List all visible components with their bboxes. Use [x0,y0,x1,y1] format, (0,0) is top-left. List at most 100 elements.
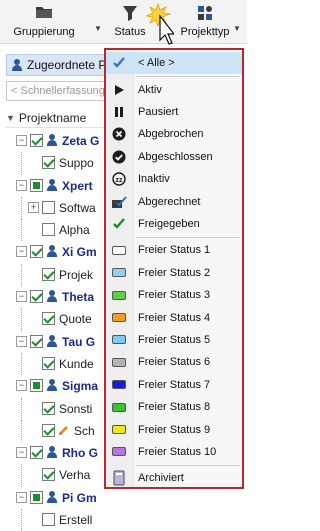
status-menu-item-archiviert[interactable]: Archiviert [106,467,242,489]
tree-row-checkbox[interactable] [30,178,43,192]
collapse-icon[interactable]: − [16,447,27,459]
tree-row-checkbox[interactable] [42,401,55,415]
tree-row[interactable]: Suppo [0,152,120,175]
status-menu-item-pausiert[interactable]: Pausiert [106,101,242,123]
tree-row[interactable]: Quote [0,308,120,331]
approved-check-icon [106,213,132,235]
status-menu-item-freier-status-7[interactable]: Freier Status 7 [106,374,242,396]
status-menu-item-label: Freigegeben [138,217,200,230]
sort-down-icon: ▼ [6,112,15,123]
done-circle-icon [106,146,132,168]
status-menu-item-freier-status-3[interactable]: Freier Status 3 [106,284,242,306]
menu-separator [136,236,240,238]
swatch-icon [106,441,132,463]
status-menu-item-label: Pausiert [138,105,179,118]
status-menu-item-freier-status-5[interactable]: Freier Status 5 [106,329,242,351]
grouping-button[interactable]: Gruppierung ▼ [4,4,102,42]
status-menu-item-label: Freier Status 4 [138,311,211,324]
status-menu-item-abgebrochen[interactable]: Abgebrochen [106,123,242,145]
tree-row[interactable]: + Softwa [0,196,120,220]
tree-row[interactable]: − Zeta G [0,130,120,152]
tree-row[interactable]: Alpha [0,219,120,242]
menu-separator [136,75,240,77]
tree-row[interactable]: Erstell [0,509,120,531]
tree-row[interactable]: Sonsti [0,397,120,420]
tree-row-checkbox[interactable] [42,356,55,370]
tree-row-label: Xi Gm [62,245,97,260]
tree-row[interactable]: − Rho G [0,442,120,464]
status-menu-item-inaktiv[interactable]: zz Inaktiv [106,168,242,190]
tree-row[interactable]: Sch [0,419,120,443]
tree-row-checkbox[interactable] [42,156,55,170]
tree-row[interactable]: Verha [0,464,120,487]
status-menu-item-freier-status-1[interactable]: Freier Status 1 [106,239,242,261]
status-menu-item-label: Abgebrochen [138,128,204,141]
tree-row-checkbox[interactable] [42,468,55,482]
tree-row-checkbox[interactable] [42,267,55,281]
tree-row[interactable]: − Tau G [0,331,120,353]
tree-row-label: Softwa [59,200,96,215]
swatch-icon [106,284,132,306]
tree-row-checkbox[interactable] [42,423,55,437]
grouping-dropdown-icon[interactable]: ▼ [94,24,102,33]
tree-row-checkbox[interactable] [42,200,55,214]
tree-row[interactable]: − Theta [0,286,120,308]
tree-row-checkbox[interactable] [30,290,43,304]
project-type-dropdown-icon[interactable]: ▼ [233,24,241,33]
play-icon [106,79,132,101]
project-type-button[interactable]: Projekttyp [170,4,240,42]
tree-row-checkbox[interactable] [30,446,43,460]
status-menu-item-label: Freier Status 7 [138,378,211,391]
tree-row-label: Xpert [62,178,93,193]
tree-guide-line [21,219,22,242]
tree-row[interactable]: − Xpert [0,175,120,197]
tree-row[interactable]: Projek [0,263,120,287]
status-menu-item-aktiv[interactable]: Aktiv [106,78,242,100]
status-menu-item-abgeschlossen[interactable]: Abgeschlossen [106,146,242,168]
status-menu-item-abgerechnet[interactable]: Abgerechnet [106,190,242,212]
person-icon [46,245,58,258]
status-menu-item-freier-status-4[interactable]: Freier Status 4 [106,306,242,328]
tree-row-label: Rho G [62,446,98,461]
sleep-icon: zz [106,168,132,190]
status-menu-item-alle[interactable]: < Alle > [106,52,242,75]
pause-icon [106,101,132,123]
status-menu-item-label: Freier Status 6 [138,356,211,369]
tree-row-checkbox[interactable] [42,223,55,237]
collapse-icon[interactable]: − [16,491,27,503]
status-menu-item-freier-status-10[interactable]: Freier Status 10 [106,441,242,463]
collapse-icon[interactable]: − [16,335,27,347]
tree-guide-line [21,196,22,220]
grouping-label: Gruppierung [13,26,75,38]
collapse-icon[interactable]: − [16,135,27,146]
status-menu-item-freier-status-9[interactable]: Freier Status 9 [106,418,242,440]
tree-row-checkbox[interactable] [30,245,43,259]
tree-row[interactable]: − Sigma [0,375,120,397]
tree-row[interactable]: − Pi Gm [0,487,120,509]
status-menu-item-label: Freier Status 3 [138,289,211,302]
status-menu-item-label: Abgerechnet [138,195,201,208]
expand-icon[interactable]: + [28,201,39,213]
tree-row-label: Theta [62,290,95,305]
tree-row-checkbox[interactable] [30,379,43,393]
tree-row-checkbox[interactable] [30,334,43,348]
tree-row[interactable]: − Xi Gm [0,241,120,263]
tree-row-checkbox[interactable] [42,312,55,326]
tree-row-label: Sonsti [59,401,93,416]
status-menu-item-freier-status-2[interactable]: Freier Status 2 [106,262,242,284]
tree-row[interactable]: Kunde [0,352,120,376]
collapse-icon[interactable]: − [16,291,27,303]
check-icon [106,52,132,74]
collapse-icon[interactable]: − [16,246,27,258]
status-dropdown-menu: < Alle > Aktiv Pausiert Abgebrochen Abgeschl… [104,48,244,489]
tree-row-checkbox[interactable] [30,490,43,504]
status-menu-item-freier-status-6[interactable]: Freier Status 6 [106,351,242,373]
collapse-icon[interactable]: − [16,179,27,191]
status-menu-item-freigegeben[interactable]: Freigegeben [106,213,242,235]
folder-icon [4,4,84,22]
collapse-icon[interactable]: − [16,380,27,392]
ribbon-toolbar: Gruppierung ▼ Status Projekttyp ▼ [0,0,247,45]
status-menu-item-freier-status-8[interactable]: Freier Status 8 [106,396,242,418]
tree-row-checkbox[interactable] [30,134,43,147]
tree-row-checkbox[interactable] [42,513,55,527]
